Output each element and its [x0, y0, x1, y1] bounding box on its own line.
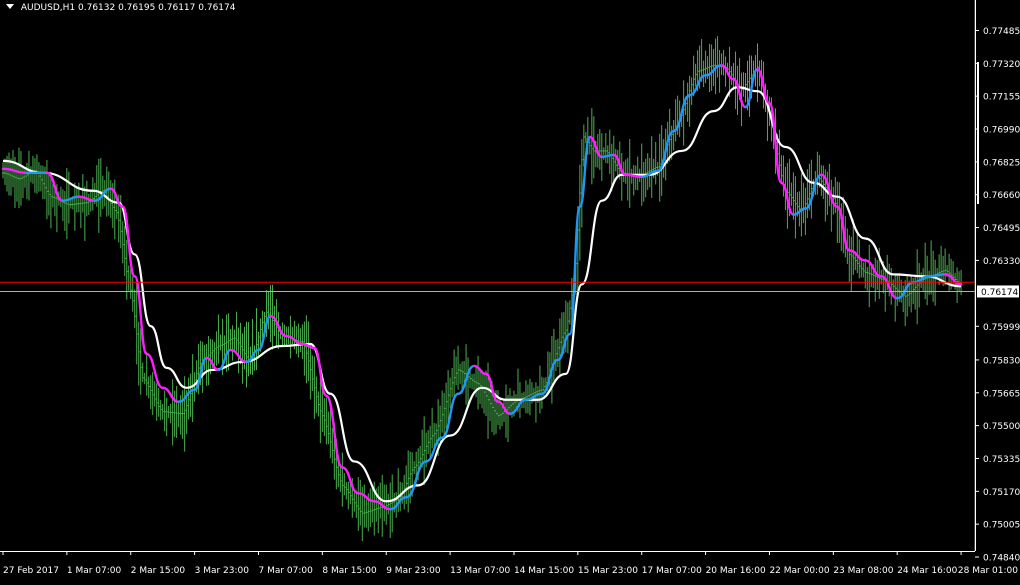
y-tick-label: 0.77155 — [983, 93, 1020, 103]
x-tick-label: 13 Mar 07:00 — [450, 566, 510, 576]
x-tick-label: 22 Mar 00:00 — [769, 566, 829, 576]
dropdown-triangle-icon[interactable] — [6, 4, 14, 9]
y-tick-label: 0.74840 — [983, 554, 1020, 564]
y-tick-label: 0.77320 — [983, 60, 1020, 70]
x-tick-label: 23 Mar 08:00 — [833, 566, 893, 576]
x-tick-label: 14 Mar 15:00 — [514, 566, 574, 576]
x-tick-label: 3 Mar 23:00 — [195, 566, 250, 576]
y-tick-label: 0.76330 — [983, 257, 1020, 267]
x-tick-label: 2 Mar 15:00 — [131, 566, 186, 576]
x-tick-label: 15 Mar 23:00 — [578, 566, 638, 576]
x-tick-label: 24 Mar 16:00 — [897, 566, 957, 576]
y-tick-label: 0.75005 — [983, 521, 1020, 531]
y-tick-label: 0.75500 — [983, 422, 1020, 432]
y-tick-label: 0.77485 — [983, 27, 1020, 37]
x-tick-label: 7 Mar 07:00 — [258, 566, 313, 576]
y-tick-label: 0.75999 — [983, 323, 1020, 333]
current-price-tag: 0.76174 — [977, 285, 1019, 298]
y-tick-label: 0.76660 — [983, 191, 1020, 201]
ohlc-values: 0.76132 0.76195 0.76117 0.76174 — [78, 3, 236, 13]
x-tick-label: 8 Mar 15:00 — [322, 566, 377, 576]
x-tick-label: 17 Mar 07:00 — [642, 566, 702, 576]
x-tick-label: 9 Mar 23:00 — [386, 566, 441, 576]
y-tick-label: 0.75170 — [983, 488, 1020, 498]
y-tick-label: 0.76825 — [983, 158, 1020, 168]
x-tick-label: 1 Mar 07:00 — [67, 566, 122, 576]
current-price-tag-label: 0.76174 — [981, 288, 1018, 298]
y-tick-label: 0.75830 — [983, 356, 1020, 366]
symbol-header[interactable]: AUDUSD,H1 0.76132 0.76195 0.76117 0.7617… — [6, 3, 235, 13]
y-tick-label: 0.76990 — [983, 126, 1020, 136]
chart-container[interactable]: 0.77485 0.77320 0.77155 0.76990 0.76825 0.766… — [0, 0, 1020, 581]
y-tick-label: 0.75665 — [983, 389, 1020, 399]
x-tick-label: 20 Mar 16:00 — [706, 566, 766, 576]
symbol-name: AUDUSD,H1 — [20, 3, 76, 13]
x-tick-label: 27 Feb 2017 — [3, 566, 59, 576]
y-tick-label: 0.76495 — [983, 224, 1020, 234]
price-chart[interactable]: 0.77485 0.77320 0.77155 0.76990 0.76825 0.766… — [0, 0, 1020, 581]
y-tick-label: 0.75335 — [983, 455, 1020, 465]
x-tick-label: 28 Mar 01:00 — [958, 566, 1018, 576]
